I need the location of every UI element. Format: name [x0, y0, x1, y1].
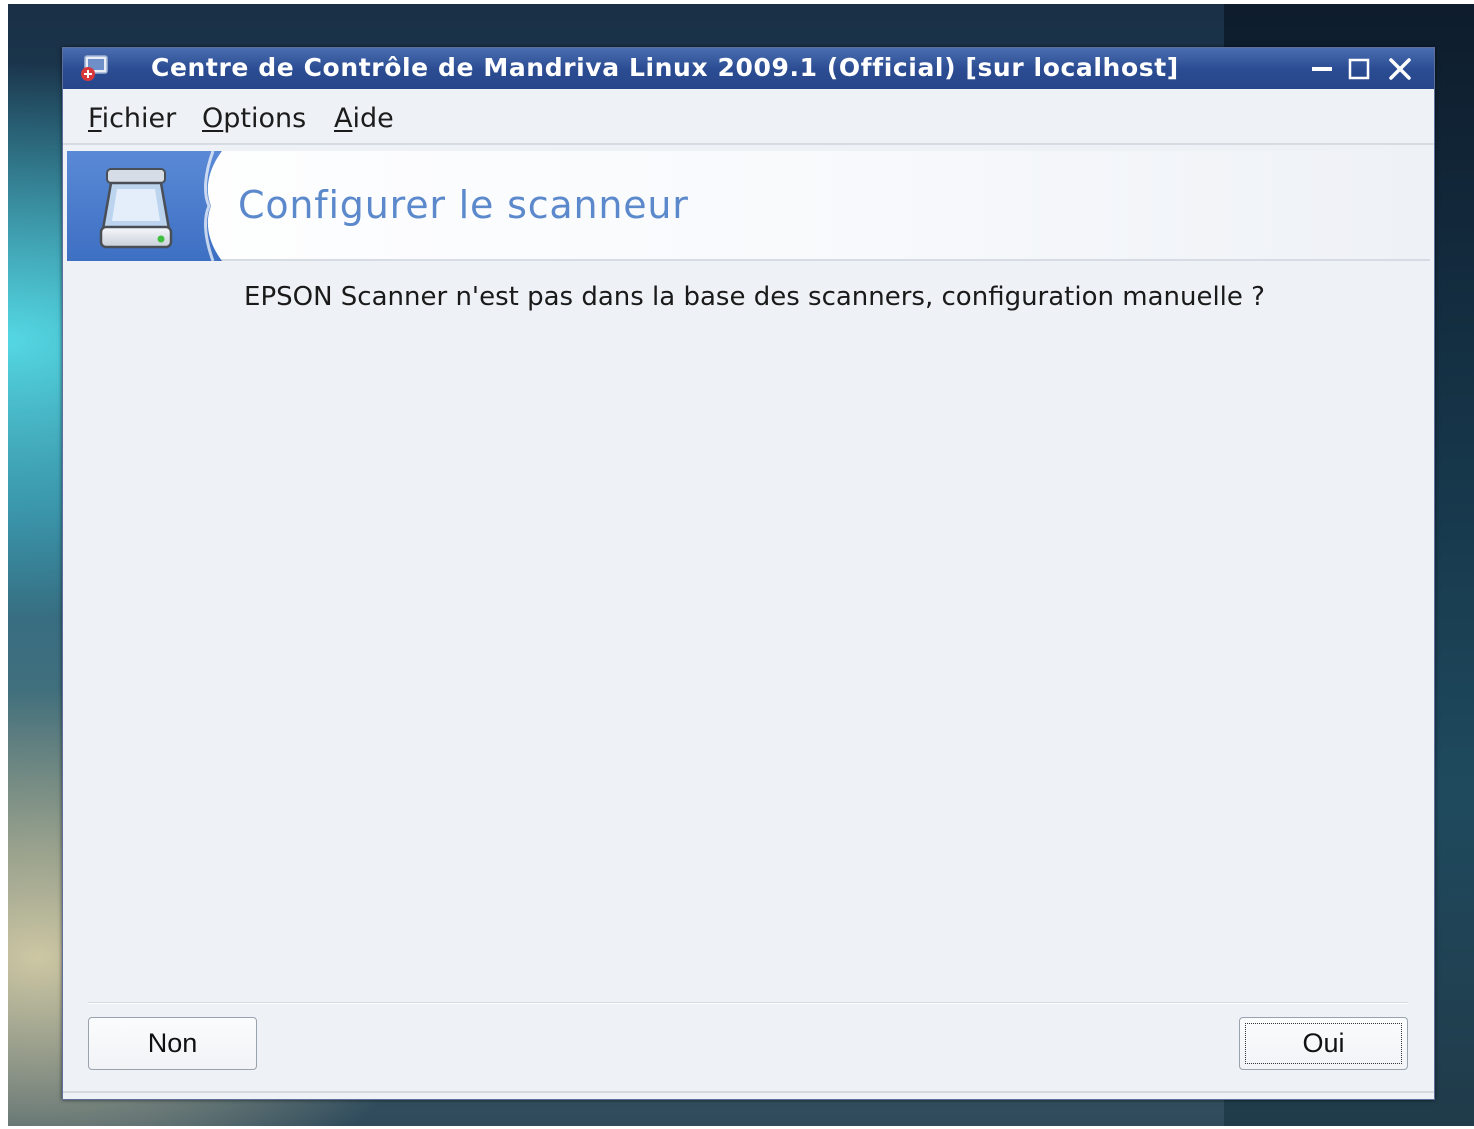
page-banner: Configurer le scanneur — [67, 151, 1430, 261]
close-icon[interactable] — [1384, 54, 1416, 84]
divider — [88, 1002, 1408, 1004]
scanner-icon — [67, 151, 222, 261]
divider-bottom — [63, 1091, 1434, 1093]
menu-options[interactable]: Options — [202, 103, 306, 135]
menu-aide[interactable]: Aide — [334, 103, 394, 135]
dialog-message: EPSON Scanner n'est pas dans la base des… — [244, 282, 1265, 312]
app-icon[interactable] — [79, 54, 109, 82]
page-title: Configurer le scanneur — [238, 183, 689, 227]
window-title: Centre de Contrôle de Mandriva Linux 200… — [151, 53, 1179, 82]
menubar: Fichier Options Aide — [63, 89, 1434, 145]
maximize-icon[interactable] — [1343, 54, 1375, 84]
non-button[interactable]: Non — [88, 1017, 257, 1070]
control-center-window: Centre de Contrôle de Mandriva Linux 200… — [62, 47, 1435, 1100]
oui-button[interactable]: Oui — [1239, 1017, 1408, 1070]
minimize-icon[interactable] — [1306, 54, 1338, 84]
menu-fichier[interactable]: Fichier — [88, 103, 176, 135]
titlebar[interactable]: Centre de Contrôle de Mandriva Linux 200… — [63, 48, 1434, 89]
